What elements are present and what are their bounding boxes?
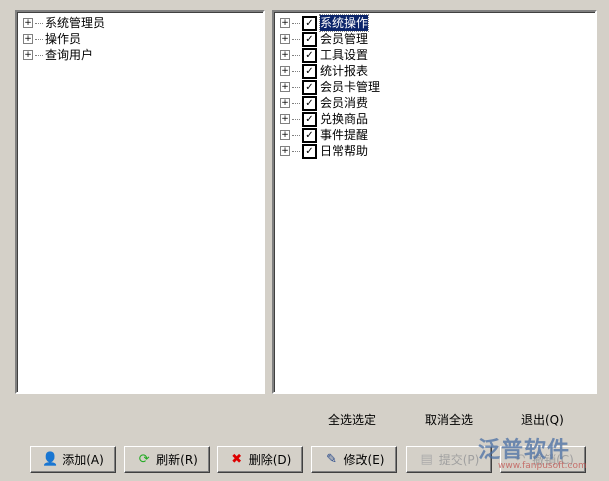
tree-line — [292, 38, 300, 40]
edit-icon: ✎ — [326, 451, 337, 467]
button-label: 撤销(C) — [532, 453, 574, 467]
tree-line — [292, 22, 300, 24]
expand-icon[interactable]: + — [280, 18, 290, 28]
checkbox-checked-icon[interactable]: ✓ — [302, 111, 317, 127]
permission-item[interactable]: + ✓ 兑换商品 — [280, 111, 595, 127]
add-user-button[interactable]: 👤 添加(A) — [30, 446, 116, 473]
permission-label: 事件提醒 — [320, 128, 369, 142]
checkbox-checked-icon[interactable]: ✓ — [302, 47, 317, 63]
expand-icon[interactable]: + — [23, 34, 33, 44]
checkbox-checked-icon[interactable]: ✓ — [302, 143, 317, 159]
tree-item-label: 查询用户 — [45, 48, 94, 62]
permission-item[interactable]: + ✓ 会员消费 — [280, 95, 595, 111]
permission-tree[interactable]: + ✓ 系统操作 + ✓ 会员管理 + ✓ 工具设置 + ✓ 统计报表 + ✓ 会员卡管理 + ✓ 会员消费 + ✓ 兑… — [272, 10, 597, 394]
select-all-link[interactable]: 全选选定 — [328, 411, 376, 428]
permission-label: 会员管理 — [320, 32, 369, 46]
permission-label: 日常帮助 — [320, 144, 369, 158]
button-label: 修改(E) — [343, 453, 385, 467]
role-tree[interactable]: + 系统管理员 + 操作员 + 查询用户 — [15, 10, 265, 394]
permission-label: 会员卡管理 — [320, 80, 381, 94]
tree-line — [35, 38, 43, 40]
delete-user-icon: ✖ — [231, 451, 243, 467]
tree-line — [292, 134, 300, 136]
expand-icon[interactable]: + — [280, 82, 290, 92]
tree-line — [35, 54, 43, 56]
expand-icon[interactable]: + — [23, 50, 33, 60]
permission-item[interactable]: + ✓ 统计报表 — [280, 63, 595, 79]
cancel-all-link[interactable]: 取消全选 — [425, 411, 473, 428]
permission-label: 兑换商品 — [320, 112, 369, 126]
tree-line — [292, 70, 300, 72]
button-label: 刷新(R) — [156, 453, 198, 467]
checkbox-checked-icon[interactable]: ✓ — [302, 31, 317, 47]
checkbox-checked-icon[interactable]: ✓ — [302, 63, 317, 79]
checkbox-checked-icon[interactable]: ✓ — [302, 95, 317, 111]
checkbox-checked-icon[interactable]: ✓ — [302, 79, 317, 95]
expand-icon[interactable]: + — [280, 146, 290, 156]
tree-item[interactable]: + 系统管理员 — [23, 15, 263, 31]
tree-item[interactable]: + 查询用户 — [23, 47, 263, 63]
exit-link[interactable]: 退出(Q) — [521, 411, 564, 428]
save-button[interactable]: ▤ 提交(P) — [406, 446, 492, 473]
expand-icon[interactable]: + — [23, 18, 33, 28]
tree-line — [292, 102, 300, 104]
expand-icon[interactable]: + — [280, 50, 290, 60]
expand-icon[interactable]: + — [280, 98, 290, 108]
permission-label: 工具设置 — [320, 48, 369, 62]
tree-line — [292, 150, 300, 152]
save-icon: ▤ — [420, 451, 433, 467]
edit-button[interactable]: ✎ 修改(E) — [311, 446, 397, 473]
refresh-icon: ⟳ — [138, 451, 150, 467]
permission-label: 统计报表 — [320, 64, 369, 78]
permission-item[interactable]: + ✓ 系统操作 — [280, 14, 595, 32]
delete-user-button[interactable]: ✖ 删除(D) — [217, 446, 303, 473]
expand-icon[interactable]: + — [280, 34, 290, 44]
button-label: 删除(D) — [248, 453, 292, 467]
expand-icon[interactable]: + — [280, 130, 290, 140]
tree-item-label: 系统管理员 — [45, 16, 106, 30]
expand-icon[interactable]: + — [280, 114, 290, 124]
tree-line — [292, 54, 300, 56]
expand-icon[interactable]: + — [280, 66, 290, 76]
permission-item[interactable]: + ✓ 日常帮助 — [280, 143, 595, 159]
refresh-button[interactable]: ⟳ 刷新(R) — [124, 446, 210, 473]
button-label: 添加(A) — [62, 453, 104, 467]
permission-item[interactable]: + ✓ 事件提醒 — [280, 127, 595, 143]
permission-label: 系统操作 — [318, 14, 370, 32]
undo-button[interactable]: ↶ 撤销(C) — [500, 446, 586, 473]
tree-line — [292, 118, 300, 120]
permission-item[interactable]: + ✓ 工具设置 — [280, 47, 595, 63]
permission-item[interactable]: + ✓ 会员管理 — [280, 31, 595, 47]
checkbox-checked-icon[interactable]: ✓ — [302, 127, 317, 143]
tree-item[interactable]: + 操作员 — [23, 31, 263, 47]
permission-label: 会员消费 — [320, 96, 369, 110]
tree-line — [292, 86, 300, 88]
checkbox-checked-icon[interactable]: ✓ — [302, 15, 317, 31]
add-user-icon: 👤 — [42, 451, 59, 467]
undo-icon: ↶ — [514, 451, 526, 467]
permission-item[interactable]: + ✓ 会员卡管理 — [280, 79, 595, 95]
button-label: 提交(P) — [438, 453, 480, 467]
tree-item-label: 操作员 — [45, 32, 82, 46]
tree-line — [35, 22, 43, 24]
